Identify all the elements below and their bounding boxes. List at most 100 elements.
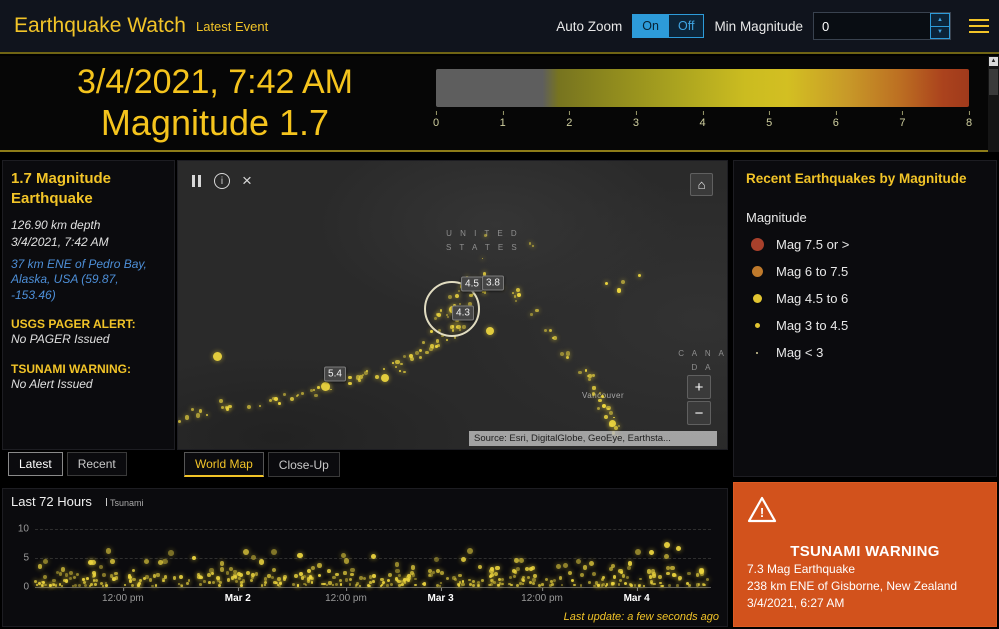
alert-time: 3/4/2021, 6:27 AM bbox=[747, 596, 845, 610]
legend-title: Recent Earthquakes by Magnitude bbox=[746, 171, 967, 186]
info-icon[interactable]: i bbox=[214, 173, 230, 189]
auto-zoom-on-button[interactable]: On bbox=[632, 14, 669, 38]
legend-item-label: Mag 3 to 4.5 bbox=[776, 318, 849, 333]
event-location-link[interactable]: 37 km ENE of Pedro Bay, Alaska, USA (59.… bbox=[11, 257, 166, 304]
last-update-text: Last update: a few seconds ago bbox=[563, 611, 719, 623]
header-controls: Auto Zoom On Off Min Magnitude ▲ ▼ bbox=[556, 12, 989, 40]
svg-text:!: ! bbox=[760, 505, 764, 520]
scale-tick: 5 bbox=[766, 111, 773, 129]
legend-item: Mag 4.5 to 6 bbox=[746, 291, 984, 306]
legend-panel: Recent Earthquakes by Magnitude Magnitud… bbox=[733, 160, 997, 477]
scrollbar-thumb[interactable] bbox=[989, 69, 998, 95]
chart-panel: Last 72 Hours Tsunami 10 5 0 12:00 pm Ma… bbox=[2, 488, 728, 627]
details-tabs: Latest Recent bbox=[8, 452, 127, 476]
x-axis bbox=[35, 587, 711, 588]
map-toolbar: i × bbox=[190, 172, 252, 189]
zoom-in-button[interactable]: + bbox=[687, 375, 711, 399]
scale-tick: 1 bbox=[499, 111, 506, 129]
chart-title: Last 72 Hours bbox=[11, 494, 92, 509]
scrollbar-up-icon[interactable]: ▲ bbox=[989, 57, 998, 66]
tsunami-warning-label: TSUNAMI WARNING: bbox=[11, 362, 131, 377]
header: Earthquake Watch Latest Event Auto Zoom … bbox=[0, 0, 999, 54]
hamburger-menu-icon[interactable] bbox=[969, 19, 989, 33]
legend-item-label: Mag 4.5 to 6 bbox=[776, 291, 849, 306]
magnitude-dot-icon bbox=[750, 238, 764, 251]
gridline bbox=[35, 529, 711, 530]
zoom-out-button[interactable]: − bbox=[687, 401, 711, 425]
x-tick-label: Mar 4 bbox=[623, 588, 650, 604]
home-icon[interactable]: ⌂ bbox=[690, 173, 713, 196]
map-panel: U N I T E DS T A T E S C A N A D A Vanco… bbox=[177, 160, 728, 450]
alert-title: TSUNAMI WARNING bbox=[790, 543, 940, 560]
tsunami-warning-value: No Alert Issued bbox=[11, 377, 93, 392]
event-details-panel: 1.7 Magnitude Earthquake 126.90 km depth… bbox=[2, 160, 175, 450]
scale-tick: 3 bbox=[632, 111, 639, 129]
tab-recent[interactable]: Recent bbox=[66, 452, 127, 476]
x-tick-label: 12:00 pm bbox=[521, 588, 563, 604]
magnitude-gradient-bar bbox=[436, 69, 969, 107]
tsunami-alert-panel: ! TSUNAMI WARNING 7.3 Mag Earthquake 238… bbox=[733, 482, 997, 627]
scale-tick: 6 bbox=[832, 111, 839, 129]
chart-plot-area: 10 5 0 bbox=[18, 524, 711, 593]
pager-alert-value: No PAGER Issued bbox=[11, 332, 110, 347]
magnitude-scale: 0 1 2 3 4 5 6 7 8 bbox=[432, 56, 972, 150]
spin-down-icon[interactable]: ▼ bbox=[931, 26, 949, 38]
magnitude-dot-icon bbox=[752, 294, 762, 303]
x-tick-label: 12:00 pm bbox=[102, 588, 144, 604]
legend-item: Mag 6 to 7.5 bbox=[746, 264, 984, 279]
zoom-controls: + − bbox=[687, 375, 711, 425]
min-magnitude-spinner: ▲ ▼ bbox=[930, 13, 950, 39]
scale-tick: 0 bbox=[432, 111, 440, 129]
x-tick-label: Mar 3 bbox=[427, 588, 454, 604]
chart-legend: Tsunami bbox=[105, 498, 143, 508]
map-label-country: U N I T E DS T A T E S bbox=[446, 229, 520, 252]
pause-icon[interactable] bbox=[190, 175, 202, 187]
alert-magnitude: 7.3 Mag Earthquake bbox=[747, 562, 856, 576]
legend-item: Mag < 3 bbox=[746, 345, 984, 360]
latest-event-banner: 3/4/2021, 7:42 AM Magnitude 1.7 0 1 2 3 … bbox=[0, 56, 999, 152]
legend-item-label: Mag 7.5 or > bbox=[776, 237, 850, 252]
map-label-country: C A N A D A bbox=[678, 349, 727, 372]
min-magnitude-field: ▲ ▼ bbox=[813, 12, 951, 40]
tab-close-up[interactable]: Close-Up bbox=[267, 452, 340, 477]
min-magnitude-input[interactable] bbox=[814, 13, 930, 39]
app-title: Earthquake Watch bbox=[14, 14, 186, 37]
tab-world-map[interactable]: World Map bbox=[184, 452, 264, 477]
scale-tick: 7 bbox=[899, 111, 906, 129]
pager-alert-label: USGS PAGER ALERT: bbox=[11, 317, 136, 332]
spin-up-icon[interactable]: ▲ bbox=[931, 14, 949, 27]
legend-subtitle: Magnitude bbox=[746, 210, 807, 225]
chart-header: Last 72 Hours Tsunami bbox=[3, 489, 727, 509]
legend-item-label: Mag 6 to 7.5 bbox=[776, 264, 849, 279]
legend-item: Mag 7.5 or > bbox=[746, 237, 984, 252]
event-time: 3/4/2021, 7:42 AM bbox=[11, 234, 109, 249]
legend-item-label: Mag < 3 bbox=[776, 345, 824, 360]
magnitude-marker[interactable]: 5.4 bbox=[324, 366, 346, 382]
scale-tick: 4 bbox=[699, 111, 706, 129]
min-magnitude-label: Min Magnitude bbox=[714, 18, 803, 34]
event-datetime: 3/4/2021, 7:42 AM bbox=[77, 63, 353, 101]
map-canvas[interactable]: U N I T E DS T A T E S C A N A D A Vanco… bbox=[178, 161, 727, 449]
y-tick-label: 0 bbox=[23, 581, 29, 593]
y-tick-label: 10 bbox=[17, 523, 29, 535]
details-title: 1.7 Magnitude Earthquake bbox=[11, 170, 112, 207]
app-subtitle: Latest Event bbox=[195, 18, 269, 34]
legend-item: Mag 3 to 4.5 bbox=[746, 318, 984, 333]
map-attribution: Source: Esri, DigitalGlobe, GeoEye, Eart… bbox=[469, 431, 717, 446]
tab-latest[interactable]: Latest bbox=[8, 452, 63, 476]
close-icon[interactable]: × bbox=[242, 172, 252, 189]
magnitude-marker[interactable]: 4.5 bbox=[461, 276, 483, 292]
scrollbar: ▲ bbox=[988, 56, 999, 152]
auto-zoom-label: Auto Zoom bbox=[556, 18, 623, 34]
magnitude-dot-icon bbox=[751, 266, 763, 277]
tsunami-line-icon bbox=[105, 498, 107, 506]
y-tick-label: 5 bbox=[23, 552, 29, 564]
magnitude-marker[interactable]: 4.3 bbox=[452, 305, 474, 321]
scale-tick: 2 bbox=[566, 111, 573, 129]
magnitude-dot-icon bbox=[756, 351, 758, 354]
x-tick-label: 12:00 pm bbox=[325, 588, 367, 604]
magnitude-marker[interactable]: 3.8 bbox=[482, 275, 504, 291]
auto-zoom-off-button[interactable]: Off bbox=[668, 14, 705, 38]
magnitude-scale-ticks: 0 1 2 3 4 5 6 7 8 bbox=[432, 110, 972, 132]
x-axis-labels: 12:00 pm Mar 2 12:00 pm Mar 3 12:00 pm M… bbox=[35, 588, 711, 604]
